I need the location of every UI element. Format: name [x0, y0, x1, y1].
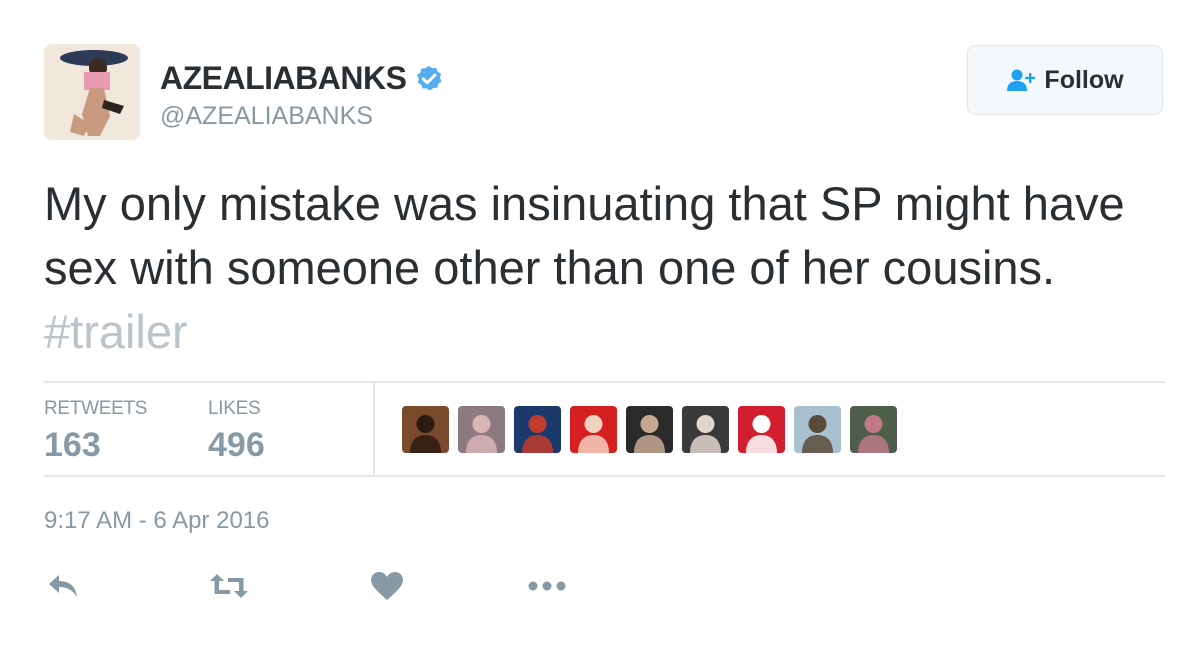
retweets-label: RETWEETS	[44, 398, 148, 419]
verified-badge-icon	[417, 65, 442, 90]
liker-avatar[interactable]	[570, 406, 617, 453]
reply-button[interactable]	[46, 566, 80, 606]
heart-icon	[371, 572, 403, 600]
user-handle[interactable]: @AZEALIABANKS	[160, 102, 373, 131]
liker-avatar[interactable]	[402, 406, 449, 453]
tweet-text: My only mistake was insinuating that SP …	[44, 172, 1164, 364]
profile-photo	[44, 44, 140, 140]
tweet-body: My only mistake was insinuating that SP …	[44, 177, 1125, 294]
avatar[interactable]	[44, 44, 140, 140]
reply-icon	[49, 575, 77, 597]
retweets-count: 163	[44, 426, 101, 464]
add-user-icon	[1007, 69, 1036, 91]
retweet-icon	[210, 574, 248, 598]
liker-avatar[interactable]	[682, 406, 729, 453]
liker-avatar[interactable]	[850, 406, 897, 453]
display-name-text: AZEALIABANKS	[160, 60, 407, 96]
more-button[interactable]	[527, 566, 567, 606]
tweet-timestamp[interactable]: 9:17 AM - 6 Apr 2016	[44, 507, 269, 535]
hashtag-link[interactable]: #trailer	[44, 305, 188, 358]
liked-by-avatars	[402, 406, 897, 453]
likes-count: 496	[208, 426, 265, 464]
liker-avatar[interactable]	[794, 406, 841, 453]
liker-avatar[interactable]	[514, 406, 561, 453]
likes-stat[interactable]: LIKES 496	[208, 398, 265, 465]
retweets-stat[interactable]: RETWEETS 163	[44, 398, 147, 465]
more-icon	[528, 581, 566, 591]
stats-bottom-divider	[44, 475, 1165, 477]
liker-avatar[interactable]	[626, 406, 673, 453]
like-button[interactable]	[370, 566, 404, 606]
retweet-button[interactable]	[208, 566, 250, 606]
display-name[interactable]: AZEALIABANKS	[160, 60, 444, 97]
stats-vertical-divider	[373, 383, 375, 476]
liker-avatar[interactable]	[738, 406, 785, 453]
likes-label: LIKES	[208, 398, 261, 419]
follow-button[interactable]: Follow	[967, 45, 1163, 115]
follow-button-label: Follow	[1044, 65, 1124, 94]
liker-avatar[interactable]	[458, 406, 505, 453]
stats-top-divider	[44, 381, 1165, 383]
